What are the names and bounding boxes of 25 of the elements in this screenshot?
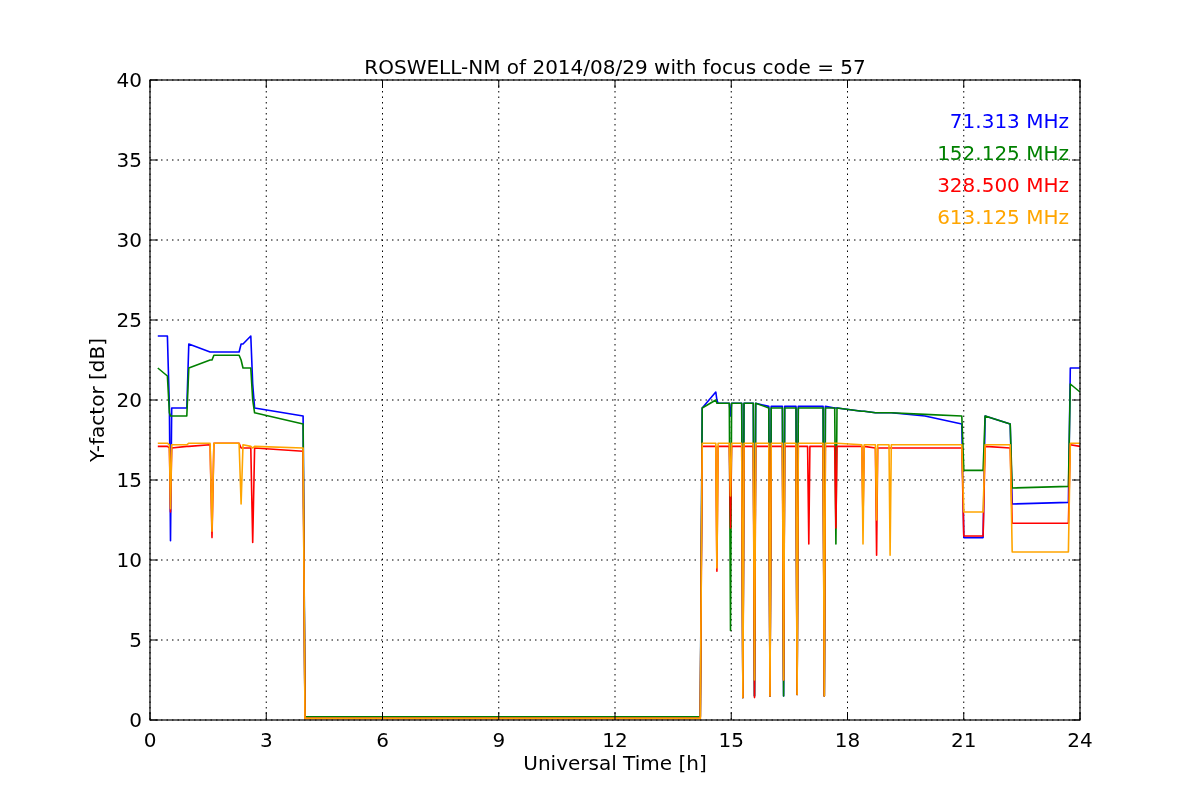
chart-title: ROSWELL-NM of 2014/08/29 with focus code = 57 (364, 55, 866, 79)
y-tick-label: 20 (116, 388, 142, 412)
y-tick-label: 15 (116, 468, 142, 492)
x-tick-label: 0 (143, 728, 157, 752)
legend-label: 328.500 MHz (937, 173, 1069, 197)
x-tick-label: 21 (951, 728, 977, 752)
legend-label: 152.125 MHz (937, 141, 1069, 165)
y-tick-label: 10 (116, 548, 142, 572)
y-tick-label: 35 (116, 148, 142, 172)
y-tick-label: 0 (129, 708, 142, 732)
legend-label: 71.313 MHz (949, 109, 1069, 133)
legend-label: 613.125 MHz (937, 205, 1069, 229)
x-tick-label: 18 (834, 728, 861, 752)
y-tick-label: 40 (116, 68, 142, 92)
y-axis-label: Y-factor [dB] (85, 338, 109, 462)
x-tick-label: 15 (718, 728, 744, 752)
x-tick-label: 12 (602, 728, 628, 752)
x-tick-label: 9 (492, 728, 506, 752)
y-tick-label: 30 (116, 228, 142, 252)
x-axis-label: Universal Time [h] (523, 751, 707, 775)
x-tick-label: 3 (259, 728, 273, 752)
x-tick-label: 6 (376, 728, 389, 752)
y-tick-label: 5 (129, 628, 142, 652)
x-tick-label: 24 (1067, 728, 1093, 752)
y-tick-label: 25 (116, 308, 142, 332)
